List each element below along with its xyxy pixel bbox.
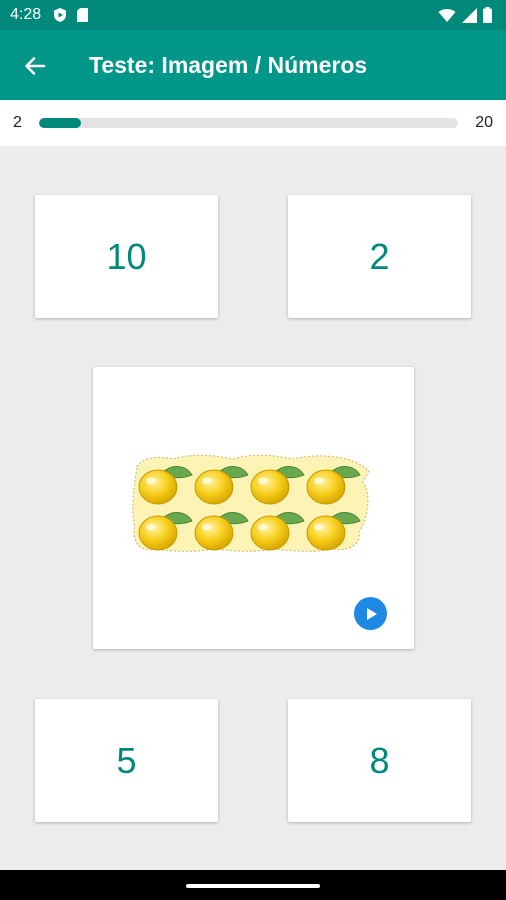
answer-label: 2 <box>369 235 390 277</box>
answer-label: 8 <box>369 739 390 781</box>
signal-icon <box>462 7 477 23</box>
progress-bar <box>39 118 458 128</box>
arrow-back-icon <box>25 57 46 75</box>
back-button[interactable] <box>18 49 52 83</box>
shield-play-icon <box>54 8 66 22</box>
play-audio-button[interactable] <box>354 597 387 630</box>
progress-fill <box>39 118 81 128</box>
sd-card-icon <box>77 8 88 22</box>
status-notifications <box>52 7 89 23</box>
home-gesture-handle[interactable] <box>186 884 320 888</box>
battery-icon <box>483 7 492 23</box>
answer-label: 10 <box>106 235 147 277</box>
progress-current: 2 <box>13 114 22 131</box>
answer-option-2[interactable]: 2 <box>288 195 471 318</box>
answer-option-3[interactable]: 5 <box>35 699 218 822</box>
status-system <box>438 7 492 23</box>
app-bar: Teste: Imagem / Números <box>0 30 506 100</box>
answer-option-4[interactable]: 8 <box>288 699 471 822</box>
progress-total: 20 <box>475 114 493 131</box>
status-time: 4:28 <box>10 6 42 23</box>
play-icon <box>366 607 377 620</box>
status-bar: 4:28 <box>0 0 506 30</box>
wifi-icon <box>438 8 456 22</box>
answer-option-1[interactable]: 10 <box>35 195 218 318</box>
answer-label: 5 <box>116 739 137 781</box>
page-title: Teste: Imagem / Números <box>89 52 368 78</box>
